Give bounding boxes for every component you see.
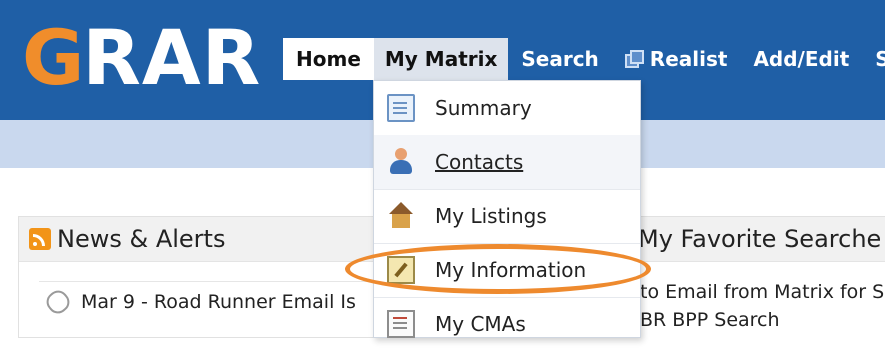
nav-more[interactable]: S (862, 38, 885, 80)
my-matrix-dropdown: Summary Contacts My Listings My Informat… (373, 80, 641, 338)
logo-text: RAR (82, 13, 262, 102)
news-item-text[interactable]: Mar 9 - Road Runner Email Is (81, 291, 356, 313)
menu-item-label: My CMAs (435, 312, 526, 336)
grar-logo[interactable]: G RAR (22, 16, 261, 100)
menu-item-label: My Listings (435, 204, 547, 228)
menu-item-my-listings[interactable]: My Listings (374, 189, 640, 244)
nav-realist-label: Realist (649, 47, 728, 71)
menu-item-my-cmas[interactable]: My CMAs (374, 297, 640, 351)
document-icon (387, 94, 415, 122)
house-icon (387, 202, 415, 230)
nav-search[interactable]: Search (508, 38, 611, 80)
nav-my-matrix[interactable]: My Matrix (373, 38, 509, 80)
nav-home[interactable]: Home (283, 38, 374, 80)
news-panel-title: News & Alerts (57, 225, 226, 253)
main-nav: Home My Matrix Search Realist Add/Edit S (283, 38, 885, 80)
nav-add-edit[interactable]: Add/Edit (740, 38, 862, 80)
rss-icon (29, 228, 51, 250)
favorite-search-item[interactable]: BR BPP Search (640, 309, 780, 331)
favorite-searches-panel: My Favorite Searche to Email from Matrix… (630, 216, 885, 337)
favorites-panel-header: My Favorite Searche (630, 217, 885, 262)
menu-item-label: Contacts (435, 150, 524, 174)
paperclip-icon (42, 286, 74, 318)
realist-icon (624, 50, 644, 68)
person-icon (387, 148, 415, 176)
news-item[interactable]: Mar 9 - Road Runner Email Is (39, 281, 379, 322)
logo-g: G (22, 13, 84, 102)
info-edit-icon (387, 256, 415, 284)
menu-item-summary[interactable]: Summary (374, 81, 640, 136)
menu-item-label: Summary (435, 96, 532, 120)
nav-realist[interactable]: Realist (612, 38, 741, 80)
news-panel-header: News & Alerts (19, 217, 379, 262)
menu-item-label: My Information (435, 258, 587, 282)
cma-icon (387, 310, 415, 338)
favorite-search-item[interactable]: to Email from Matrix for S (640, 281, 884, 303)
menu-item-contacts[interactable]: Contacts (374, 135, 640, 190)
favorites-panel-title: My Favorite Searche (638, 225, 882, 253)
menu-item-my-information[interactable]: My Information (374, 243, 640, 298)
news-alerts-panel: News & Alerts Mar 9 - Road Runner Email … (18, 216, 380, 338)
